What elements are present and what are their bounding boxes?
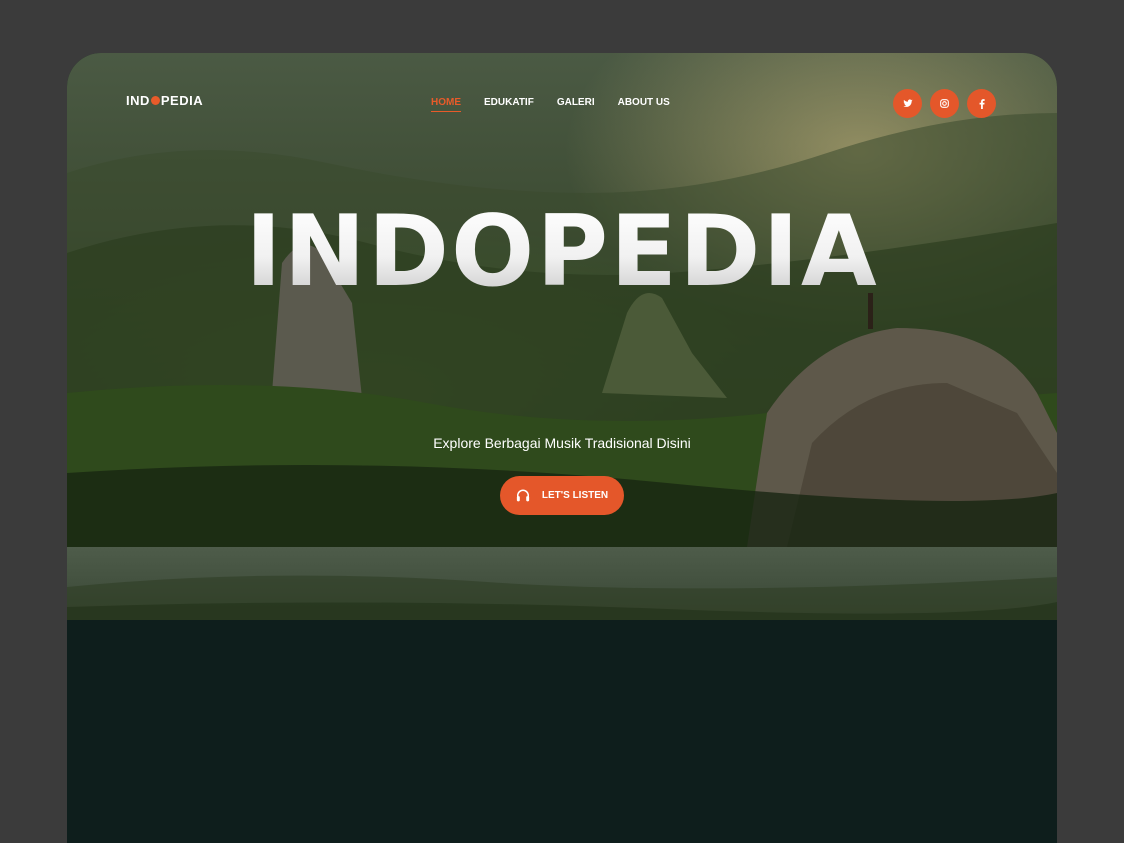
social-links bbox=[893, 89, 1004, 118]
headphones-icon bbox=[516, 489, 529, 502]
nav-item-home[interactable]: HOME bbox=[431, 97, 461, 112]
lets-listen-button[interactable]: LET'S LISTEN bbox=[500, 476, 624, 515]
hero-subtitle: Explore Berbagai Musik Tradisional Disin… bbox=[433, 435, 691, 451]
logo-dot-icon bbox=[150, 96, 160, 105]
logo-text-right: PEDIA bbox=[160, 93, 204, 108]
lets-listen-label: LET'S LISTEN bbox=[541, 490, 609, 501]
nav-item-about-us[interactable]: ABOUT US bbox=[618, 97, 670, 112]
hero-section: IND PEDIA HOME EDUKATIF GALERI ABOUT US … bbox=[67, 53, 1057, 547]
hero-image-strip bbox=[67, 547, 1057, 620]
nav-item-edukatif[interactable]: EDUKATIF bbox=[484, 97, 534, 112]
main-nav: HOME EDUKATIF GALERI ABOUT US bbox=[431, 97, 693, 112]
hero-title: INDOPEDIA bbox=[67, 203, 1057, 301]
brand-logo[interactable]: IND PEDIA bbox=[126, 93, 203, 108]
instagram-icon[interactable] bbox=[930, 89, 959, 118]
content-section bbox=[67, 620, 1057, 843]
facebook-icon[interactable] bbox=[967, 89, 996, 118]
twitter-icon[interactable] bbox=[893, 89, 922, 118]
page-frame: IND PEDIA HOME EDUKATIF GALERI ABOUT US … bbox=[67, 53, 1057, 843]
logo-text-left: IND bbox=[126, 93, 150, 108]
nav-item-galeri[interactable]: GALERI bbox=[557, 97, 595, 112]
